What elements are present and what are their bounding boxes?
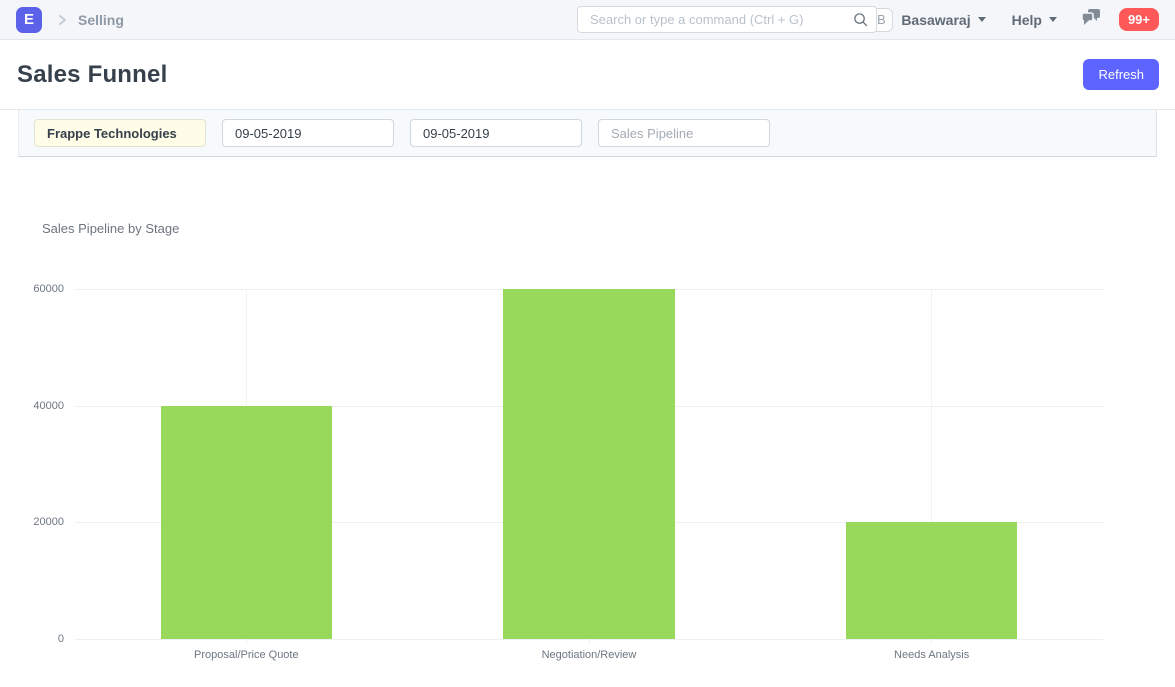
global-search bbox=[577, 6, 877, 33]
y-axis-tick-label: 20000 bbox=[0, 516, 64, 528]
avatar-letter: B bbox=[877, 12, 886, 27]
sales-funnel-chart: Sales Pipeline by Stage 6000040000200000… bbox=[0, 157, 1175, 639]
x-axis-category-label: Negotiation/Review bbox=[418, 649, 761, 661]
from-date-input[interactable] bbox=[222, 119, 394, 147]
company-filter-input[interactable] bbox=[34, 119, 206, 147]
search-icon[interactable] bbox=[853, 12, 868, 32]
filter-bar bbox=[18, 110, 1157, 157]
y-axis-tick-label: 0 bbox=[0, 633, 64, 645]
bar[interactable] bbox=[503, 289, 674, 639]
y-axis-tick-label: 60000 bbox=[0, 283, 64, 295]
chart-plot: 6000040000200000Proposal/Price QuoteNego… bbox=[75, 289, 1103, 639]
caret-down-icon bbox=[1049, 17, 1057, 22]
navbar: E Selling B Basawaraj Help bbox=[0, 0, 1175, 40]
navbar-right: B Basawaraj Help 99+ bbox=[869, 8, 1159, 32]
user-menu[interactable]: Basawaraj bbox=[901, 12, 985, 28]
breadcrumb-selling[interactable]: Selling bbox=[78, 12, 124, 28]
search-input[interactable] bbox=[577, 6, 877, 33]
x-axis-category-label: Needs Analysis bbox=[760, 649, 1103, 661]
help-menu[interactable]: Help bbox=[1012, 12, 1057, 28]
app-logo-letter: E bbox=[24, 11, 34, 28]
bar[interactable] bbox=[846, 522, 1017, 639]
x-axis-category-label: Proposal/Price Quote bbox=[75, 649, 418, 661]
help-menu-label: Help bbox=[1012, 12, 1042, 28]
to-date-input[interactable] bbox=[410, 119, 582, 147]
chevron-right-icon bbox=[56, 14, 68, 26]
refresh-button[interactable]: Refresh bbox=[1083, 59, 1159, 90]
user-menu-label: Basawaraj bbox=[901, 12, 970, 28]
chat-button[interactable] bbox=[1081, 8, 1101, 31]
chart-title: Sales Pipeline by Stage bbox=[42, 221, 1175, 236]
page-head: Sales Funnel Refresh bbox=[0, 40, 1175, 110]
page-title: Sales Funnel bbox=[17, 61, 167, 89]
chart-select-input[interactable] bbox=[598, 119, 770, 147]
caret-down-icon bbox=[978, 17, 986, 22]
chat-icon bbox=[1081, 8, 1101, 31]
y-axis-tick-label: 40000 bbox=[0, 400, 64, 412]
notifications-badge[interactable]: 99+ bbox=[1119, 8, 1159, 31]
bar[interactable] bbox=[161, 406, 332, 639]
app-logo[interactable]: E bbox=[16, 7, 42, 33]
